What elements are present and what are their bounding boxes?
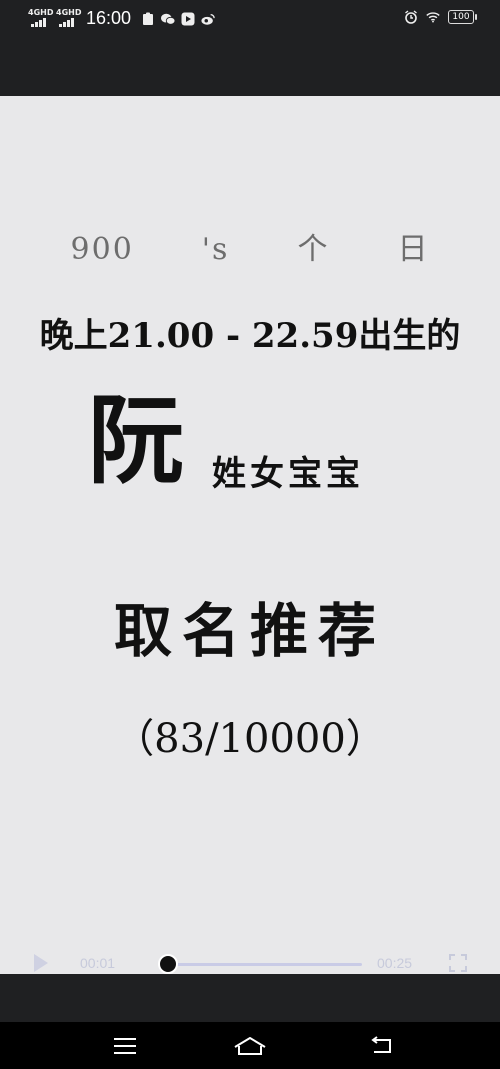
play-icon[interactable]	[34, 954, 48, 972]
title-fragment: 个	[297, 232, 330, 267]
battery-icon: 100	[448, 10, 477, 24]
clock: 16:00	[86, 8, 132, 28]
home-icon[interactable]	[230, 1032, 270, 1060]
title-fragment: 900	[70, 232, 134, 267]
back-icon[interactable]	[361, 1032, 401, 1060]
surname-suffix: 姓女宝宝	[212, 454, 364, 494]
title-fragment: 's	[201, 232, 230, 267]
cellular-signal-icon-2: 4GHD	[56, 8, 81, 29]
wifi-icon	[426, 10, 440, 24]
fullscreen-icon[interactable]	[448, 953, 468, 973]
surname-character: 阮	[88, 384, 184, 497]
progress-knob[interactable]	[158, 954, 178, 974]
status-bar: 4GHD 4GHD 16:00 100	[0, 0, 500, 38]
progress-track[interactable]	[160, 963, 362, 966]
birth-time-line: 晚上21.00 - 22.59出生的	[39, 316, 461, 356]
clipboard-icon	[141, 12, 155, 26]
video-frame[interactable]: 900 's 个 日 晚上21.00 - 22.59出生的 阮 姓女宝宝 取名推荐 （…	[0, 96, 500, 974]
current-time: 00:01	[80, 955, 116, 971]
blurred-title-line: 900 's 个 日	[0, 224, 500, 268]
system-navigation-bar	[0, 1022, 500, 1069]
duration: 00:25	[377, 955, 413, 971]
alarm-icon	[404, 10, 418, 24]
menu-icon[interactable]	[105, 1032, 145, 1060]
wechat-icon	[161, 12, 176, 26]
cellular-signal-icon: 4GHD	[28, 8, 53, 29]
weibo-icon	[201, 12, 215, 26]
naming-heading: 取名推荐	[113, 597, 386, 665]
video-bottom-band	[0, 974, 500, 1022]
episode-count: （83/10000）	[114, 716, 386, 762]
title-fragment: 日	[397, 232, 430, 267]
video-app-icon	[181, 12, 195, 26]
